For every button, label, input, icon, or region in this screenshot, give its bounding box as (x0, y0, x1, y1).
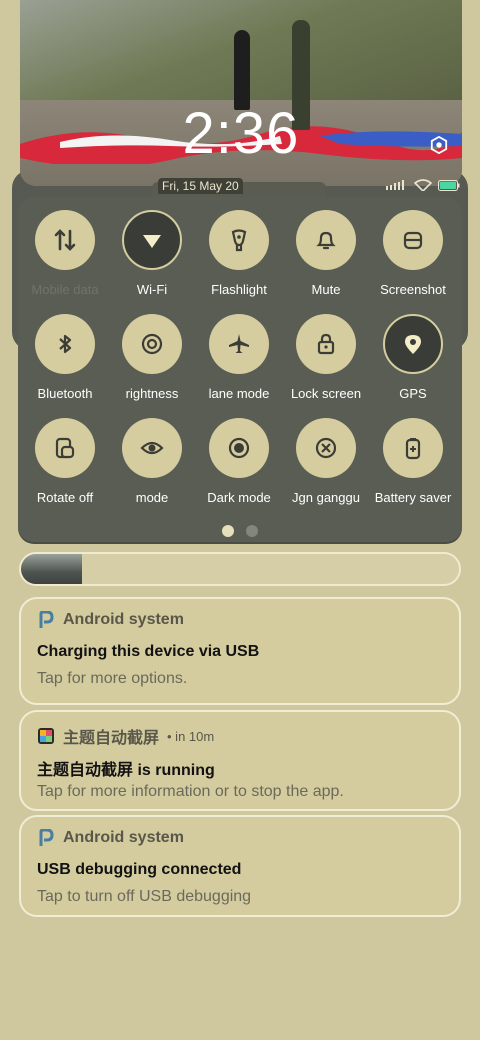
quick-tile-button[interactable] (35, 210, 95, 270)
quick-tile-battery-saver[interactable]: Battery saver (369, 418, 457, 505)
quick-tile-label: Mobile data (31, 282, 99, 297)
quick-tile-mobile-data[interactable]: Mobile data (21, 210, 109, 297)
quick-tile-label: Mute (311, 282, 341, 297)
quick-tile-button[interactable] (383, 418, 443, 478)
page-dot-2[interactable] (246, 525, 258, 537)
quick-tile-dark-mode[interactable]: Dark mode (195, 418, 283, 505)
quick-tile-button[interactable] (35, 314, 95, 374)
notification-time: • in 10m (167, 728, 215, 744)
quick-tile-label: GPS (399, 386, 427, 401)
quick-tile-label: Dark mode (207, 490, 271, 505)
quick-tile-button[interactable] (296, 210, 356, 270)
notification-app-name: 主题自动截屏 (63, 730, 160, 747)
quick-tile-label: Screenshot (380, 282, 446, 297)
airplane-icon (229, 334, 249, 353)
quick-tile-mute[interactable]: Mute (282, 210, 370, 297)
hexagon-icon[interactable] (430, 136, 448, 154)
notification-title: Charging this device via USB (37, 643, 260, 660)
page-indicator (0, 525, 480, 537)
quick-tile-jgn-ganggu[interactable]: Jgn ganggu (282, 418, 370, 505)
bluetooth-icon (59, 334, 72, 354)
quick-tile-lock-screen[interactable]: Lock screen (282, 314, 370, 401)
notification-title: 主题自动截屏 is running (37, 762, 215, 779)
brightness-slider[interactable] (19, 552, 461, 586)
quick-tile-button[interactable] (209, 418, 269, 478)
quick-tile-label: rightness (125, 386, 179, 401)
quick-tile-button[interactable] (296, 314, 356, 374)
quick-tile-label: Battery saver (374, 490, 452, 505)
android-system-icon (39, 829, 54, 846)
quick-tile-button[interactable] (296, 418, 356, 478)
status-icons (386, 178, 460, 192)
quick-tile-flashlight[interactable]: Flashlight (195, 210, 283, 297)
quick-tile-label: Flashlight (211, 282, 267, 297)
quick-tile-button[interactable] (209, 210, 269, 270)
notification-body: Tap for more options. (37, 670, 188, 687)
data-arrows-icon (54, 229, 76, 251)
wifi-icon (143, 235, 161, 248)
lock-icon (317, 333, 335, 355)
notification-card[interactable]: Android system USB debugging connected T… (19, 815, 461, 917)
quick-tile-lane-mode[interactable]: lane mode (195, 314, 283, 401)
quick-tile-bluetooth[interactable]: Bluetooth (21, 314, 109, 401)
wifi-status-icon (414, 179, 432, 191)
signal-icon (386, 180, 404, 190)
flashlight-icon (231, 229, 247, 252)
dark-mode-icon (228, 437, 250, 459)
wallpaper-image: 2:36 (20, 0, 462, 186)
quick-tile-button[interactable] (383, 314, 443, 374)
quick-tile-button[interactable] (122, 314, 182, 374)
lockscreen-clock: 2:36 (182, 101, 300, 166)
rotate-icon (55, 437, 75, 459)
quick-tile-button[interactable] (209, 314, 269, 374)
battery-icon (438, 179, 460, 191)
quick-tile-mode[interactable]: mode (108, 418, 196, 505)
wallpaper-person-left (234, 30, 250, 110)
quick-tile-label: Lock screen (290, 386, 362, 401)
quick-tile-screenshot[interactable]: Screenshot (369, 210, 457, 297)
page-dot-1[interactable] (222, 525, 234, 537)
quick-tile-button[interactable] (35, 418, 95, 478)
notification-body: Tap to turn off USB debugging (37, 888, 252, 905)
notification-card[interactable]: Android system Charging this device via … (19, 597, 461, 705)
quick-tile-label: Bluetooth (37, 386, 93, 401)
bell-icon (316, 231, 336, 250)
do-not-disturb-icon (315, 437, 337, 459)
quick-tile-button[interactable] (122, 418, 182, 478)
notification-title: USB debugging connected (37, 861, 242, 878)
notification-card[interactable]: 主题自动截屏 • in 10m 主题自动截屏 is running Tap fo… (19, 710, 461, 811)
battery-saver-icon (405, 438, 421, 460)
screenshot-app-icon (38, 728, 54, 744)
android-system-icon (39, 611, 54, 628)
screenshot-icon (403, 231, 423, 250)
quick-tile-rightness[interactable]: rightness (108, 314, 196, 401)
quick-tile-button[interactable] (122, 210, 182, 270)
quick-tile-label: lane mode (208, 386, 270, 401)
location-pin-icon (405, 335, 421, 354)
brightness-icon (141, 333, 163, 355)
quick-tile-wi-fi[interactable]: Wi-Fi (108, 210, 196, 297)
quick-tile-gps[interactable]: GPS (369, 314, 457, 401)
eye-icon (140, 441, 164, 455)
quick-tile-label: mode (135, 490, 169, 505)
quick-tile-label: Rotate off (36, 490, 94, 505)
lockscreen-date: Fri, 15 May 20 (158, 178, 243, 194)
brightness-slider-fill (21, 554, 83, 584)
quick-tile-rotate-off[interactable]: Rotate off (21, 418, 109, 505)
quick-tile-button[interactable] (383, 210, 443, 270)
notification-body: Tap for more information or to stop the … (37, 783, 344, 800)
notification-app-name: Android system (63, 611, 184, 628)
notification-app-name: Android system (63, 829, 184, 846)
quick-tile-label: Jgn ganggu (292, 490, 360, 505)
quick-tile-label: Wi-Fi (136, 282, 168, 297)
